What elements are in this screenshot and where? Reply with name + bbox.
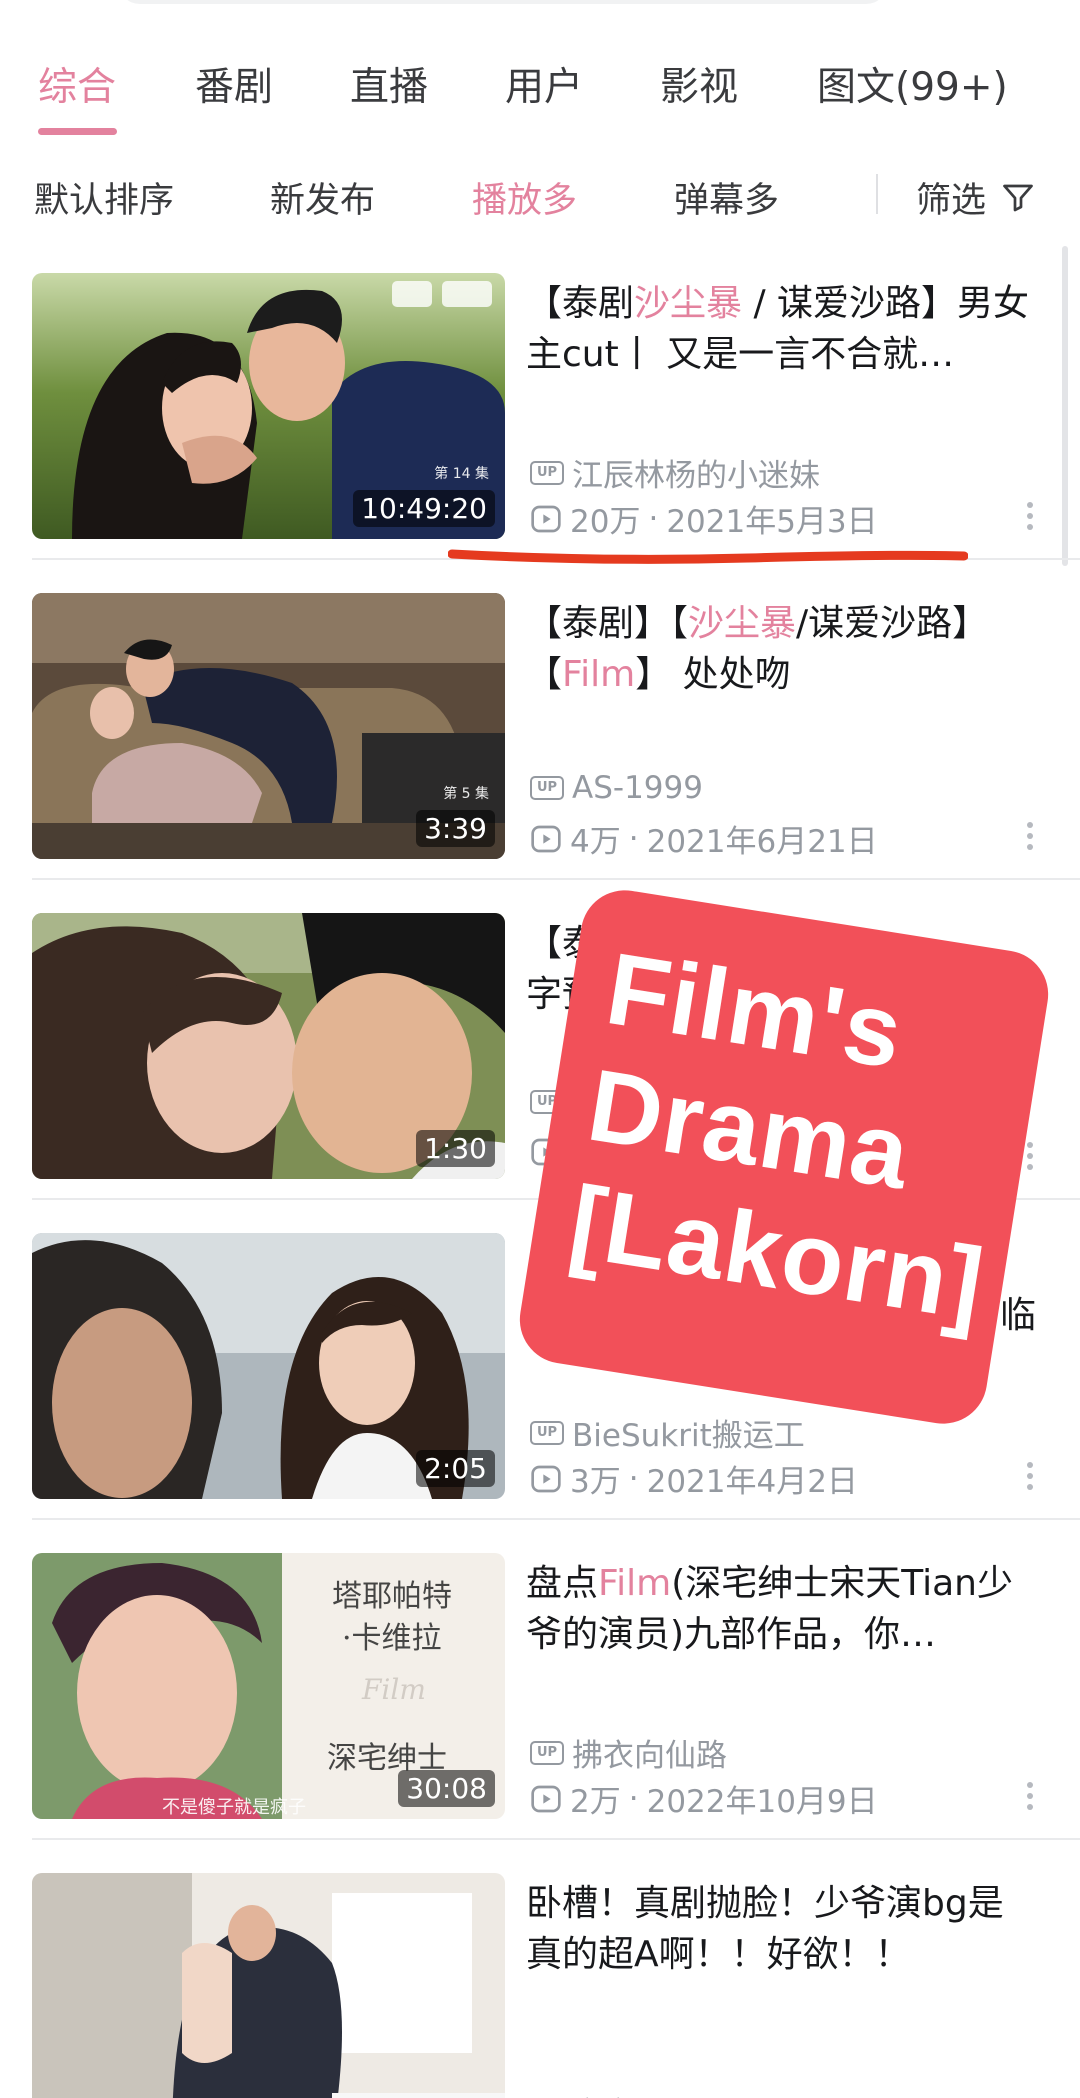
video-title[interactable]: 卧槽！真剧抛脸！少爷演bg是真的超A啊！！好欲！！ [526,1878,1036,1980]
view-count: 2万 [570,1784,621,1820]
publish-date: 2021年6月21日 [646,824,878,860]
video-title[interactable]: 盘点Film(深宅绅士宋天Tian少爷的演员)九部作品，你… [526,1558,1036,1660]
video-card[interactable]: 第 14 集 10:49:20 【泰剧沙尘暴 / 谋爱沙路】男女主cut丨 又是… [0,240,1080,560]
video-thumbnail[interactable]: 第 5 集 3:39 [32,593,505,859]
publish-date: 2021年4月2日 [646,1464,858,1500]
sort-default[interactable]: 默认排序 [34,172,174,223]
thumbnail-subtitle: 不是傻子就是疯子 [162,1797,306,1818]
red-underline-annotation [448,549,968,564]
tab-users[interactable]: 用户 [505,56,583,112]
video-thumbnail[interactable] [32,1873,505,2098]
meta-separator: · [628,1780,639,1817]
more-options-icon[interactable] [1026,1782,1034,1812]
thumbnail-image [32,1873,505,2098]
duration-badge: 3:39 [416,810,495,847]
uploader-line[interactable]: UP 拂衣向仙路 [530,1730,727,1775]
tab-bangumi[interactable]: 番剧 [195,56,273,112]
video-thumbnail[interactable]: 2:05 [32,1233,505,1499]
stats-line: 4万 · 2021年6月21日 [530,816,878,861]
duration-badge: 30:08 [398,1770,495,1807]
thumbnail-text: 塔耶帕特 [332,1579,452,1614]
meta-separator: · [628,820,639,857]
sort-most-danmaku[interactable]: 弹幕多 [674,172,779,223]
video-thumbnail[interactable]: 第 14 集 10:49:20 [32,273,505,539]
sort-bar: 默认排序 新发布 播放多 弹幕多 筛选 [0,160,1080,230]
up-icon: UP [530,1420,564,1445]
sort-most-played[interactable]: 播放多 [472,172,577,223]
publish-date: 2022年10月9日 [646,1784,878,1820]
stamp-text: Film's Drama [Lakorn] [562,929,1032,1344]
view-count: 3万 [570,1464,621,1500]
sort-newest[interactable]: 新发布 [270,172,375,223]
filter-label: 筛选 [916,181,987,221]
view-count: 20万 [570,504,641,540]
video-thumbnail[interactable]: 塔耶帕特 ·卡维拉 Film 深宅绅士 不是傻子就是疯子 30:08 [32,1553,505,1819]
meta-separator: · [628,1460,639,1497]
stats-line: 20万 · 2021年5月3日 [530,496,878,541]
video-title[interactable]: 【泰剧】【沙尘暴/谋爱沙路】【Film】 处处吻 [526,598,1036,700]
filter-button[interactable]: 筛选 [916,172,1036,223]
funnel-icon [1003,184,1033,211]
video-card[interactable]: 第 5 集 3:39 【泰剧】【沙尘暴/谋爱沙路】【Film】 处处吻 UP A… [0,560,1080,880]
view-count: 4万 [570,824,621,860]
thumbnail-text: ·卡维拉 [342,1621,442,1656]
uploader-line[interactable]: UP 江辰林杨的小迷妹 [530,450,820,495]
uploader-name: 拂衣向仙路 [572,1738,727,1774]
tab-articles[interactable]: 图文(99+) [817,56,1008,112]
tab-all[interactable]: 综合 [38,56,116,112]
more-options-icon[interactable] [1026,1462,1034,1492]
episode-caption: 第 5 集 [443,786,489,802]
tab-live[interactable]: 直播 [350,56,428,112]
meta-separator: · [648,500,659,537]
publish-date: 2021年5月3日 [666,504,878,540]
up-icon: UP [530,460,564,485]
watermark-stamp: Film's Drama [Lakorn] [513,884,1055,1430]
video-title[interactable]: 【泰剧沙尘暴 / 谋爱沙路】男女主cut丨 又是一言不合就… [526,278,1036,380]
video-card[interactable]: 塔耶帕特 ·卡维拉 Film 深宅绅士 不是傻子就是疯子 30:08 盘点Fil… [0,1520,1080,1840]
up-icon: UP [530,776,564,800]
more-options-icon[interactable] [1026,822,1034,852]
play-count-icon [531,825,561,852]
duration-badge: 2:05 [416,1450,495,1487]
uploader-line[interactable]: UP 高高and阳阳呀 [530,2088,785,2098]
up-icon: UP [530,1740,564,1765]
uploader-line[interactable]: UP BieSukrit搬运工 [530,1410,805,1455]
sort-divider [876,174,878,214]
uploader-line[interactable]: UP AS-1999 [530,770,703,806]
duration-badge: 1:30 [416,1130,495,1167]
play-count-icon [531,1785,561,1812]
stats-line: 3万 · 2021年4月2日 [530,1456,858,1501]
episode-caption: 第 14 集 [434,466,489,482]
uploader-name: 高高and阳阳呀 [572,2088,785,2098]
active-tab-indicator [38,128,117,135]
duration-badge: 10:49:20 [353,490,495,527]
video-thumbnail[interactable]: 1:30 [32,913,505,1179]
thumbnail-text: Film [362,1673,426,1706]
play-count-icon [531,1465,561,1492]
search-result-tabs: 综合 番剧 直播 用户 影视 图文(99+) [0,0,1080,150]
uploader-name: AS-1999 [572,770,703,806]
stats-line: 2万 · 2022年10月9日 [530,1776,878,1821]
more-options-icon[interactable] [1026,502,1034,532]
uploader-name: 江辰林杨的小迷妹 [572,458,820,494]
video-card[interactable]: 卧槽！真剧抛脸！少爷演bg是真的超A啊！！好欲！！ UP 高高and阳阳呀 [0,1840,1080,2098]
tab-film-tv[interactable]: 影视 [660,56,738,112]
play-count-icon [531,505,561,532]
uploader-name: BieSukrit搬运工 [572,1418,805,1454]
more-options-icon[interactable] [1026,1142,1034,1172]
